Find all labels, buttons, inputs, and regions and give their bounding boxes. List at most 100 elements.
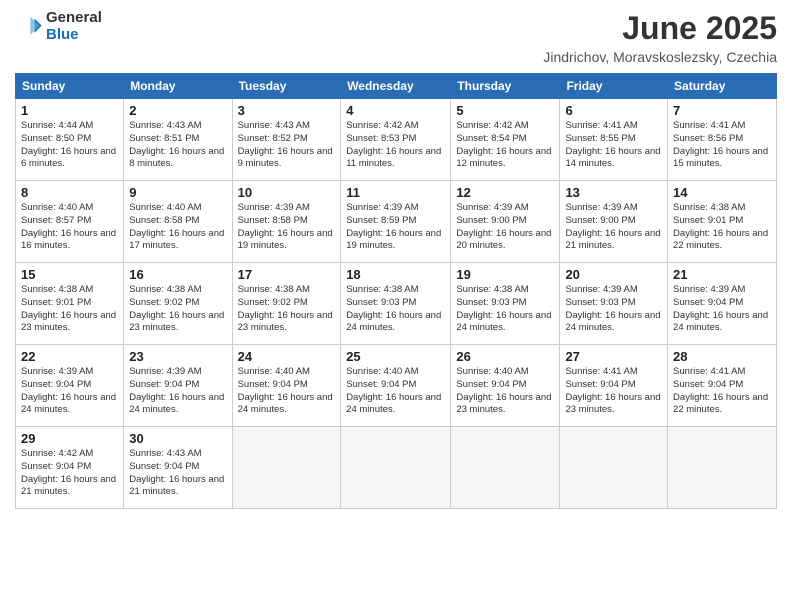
calendar-cell: [560, 427, 668, 509]
calendar-cell: [232, 427, 341, 509]
calendar-cell: 30 Sunrise: 4:43 AM Sunset: 9:04 PM Dayl…: [124, 427, 232, 509]
day-info: Sunrise: 4:42 AM Sunset: 8:54 PM Dayligh…: [456, 120, 554, 171]
calendar-cell: 1 Sunrise: 4:44 AM Sunset: 8:50 PM Dayli…: [16, 99, 124, 181]
day-number: 6: [565, 103, 662, 118]
calendar-cell: 21 Sunrise: 4:39 AM Sunset: 9:04 PM Dayl…: [668, 263, 777, 345]
day-number: 26: [456, 349, 554, 364]
day-info: Sunrise: 4:38 AM Sunset: 9:03 PM Dayligh…: [346, 284, 445, 335]
day-info: Sunrise: 4:39 AM Sunset: 9:04 PM Dayligh…: [673, 284, 771, 335]
day-info: Sunrise: 4:39 AM Sunset: 9:00 PM Dayligh…: [456, 202, 554, 253]
day-info: Sunrise: 4:44 AM Sunset: 8:50 PM Dayligh…: [21, 120, 118, 171]
day-number: 12: [456, 185, 554, 200]
day-info: Sunrise: 4:41 AM Sunset: 9:04 PM Dayligh…: [673, 366, 771, 417]
calendar-cell: 29 Sunrise: 4:42 AM Sunset: 9:04 PM Dayl…: [16, 427, 124, 509]
day-info: Sunrise: 4:43 AM Sunset: 8:52 PM Dayligh…: [238, 120, 336, 171]
day-info: Sunrise: 4:40 AM Sunset: 9:04 PM Dayligh…: [456, 366, 554, 417]
calendar-cell: [451, 427, 560, 509]
day-info: Sunrise: 4:42 AM Sunset: 8:53 PM Dayligh…: [346, 120, 445, 171]
day-info: Sunrise: 4:38 AM Sunset: 9:02 PM Dayligh…: [129, 284, 226, 335]
day-number: 10: [238, 185, 336, 200]
calendar-cell: 8 Sunrise: 4:40 AM Sunset: 8:57 PM Dayli…: [16, 181, 124, 263]
day-number: 16: [129, 267, 226, 282]
day-number: 23: [129, 349, 226, 364]
day-info: Sunrise: 4:43 AM Sunset: 8:51 PM Dayligh…: [129, 120, 226, 171]
day-info: Sunrise: 4:39 AM Sunset: 8:59 PM Dayligh…: [346, 202, 445, 253]
calendar-cell: [341, 427, 451, 509]
day-info: Sunrise: 4:38 AM Sunset: 9:03 PM Dayligh…: [456, 284, 554, 335]
day-info: Sunrise: 4:39 AM Sunset: 9:04 PM Dayligh…: [129, 366, 226, 417]
day-number: 2: [129, 103, 226, 118]
calendar-table: Sunday Monday Tuesday Wednesday Thursday…: [15, 73, 777, 509]
calendar-cell: 15 Sunrise: 4:38 AM Sunset: 9:01 PM Dayl…: [16, 263, 124, 345]
calendar-cell: 6 Sunrise: 4:41 AM Sunset: 8:55 PM Dayli…: [560, 99, 668, 181]
day-info: Sunrise: 4:40 AM Sunset: 9:04 PM Dayligh…: [238, 366, 336, 417]
location-title: Jindrichov, Moravskoslezsky, Czechia: [543, 49, 777, 65]
day-number: 22: [21, 349, 118, 364]
day-number: 25: [346, 349, 445, 364]
day-info: Sunrise: 4:38 AM Sunset: 9:01 PM Dayligh…: [21, 284, 118, 335]
month-title: June 2025: [543, 10, 777, 47]
day-info: Sunrise: 4:41 AM Sunset: 9:04 PM Dayligh…: [565, 366, 662, 417]
calendar-week-row: 1 Sunrise: 4:44 AM Sunset: 8:50 PM Dayli…: [16, 99, 777, 181]
calendar-cell: 7 Sunrise: 4:41 AM Sunset: 8:56 PM Dayli…: [668, 99, 777, 181]
day-number: 19: [456, 267, 554, 282]
calendar-cell: 27 Sunrise: 4:41 AM Sunset: 9:04 PM Dayl…: [560, 345, 668, 427]
calendar-week-row: 29 Sunrise: 4:42 AM Sunset: 9:04 PM Dayl…: [16, 427, 777, 509]
day-info: Sunrise: 4:39 AM Sunset: 9:00 PM Dayligh…: [565, 202, 662, 253]
calendar-cell: 24 Sunrise: 4:40 AM Sunset: 9:04 PM Dayl…: [232, 345, 341, 427]
day-number: 3: [238, 103, 336, 118]
calendar-cell: 18 Sunrise: 4:38 AM Sunset: 9:03 PM Dayl…: [341, 263, 451, 345]
day-info: Sunrise: 4:38 AM Sunset: 9:02 PM Dayligh…: [238, 284, 336, 335]
calendar-week-row: 8 Sunrise: 4:40 AM Sunset: 8:57 PM Dayli…: [16, 181, 777, 263]
calendar-week-row: 15 Sunrise: 4:38 AM Sunset: 9:01 PM Dayl…: [16, 263, 777, 345]
calendar-cell: 3 Sunrise: 4:43 AM Sunset: 8:52 PM Dayli…: [232, 99, 341, 181]
title-block: June 2025 Jindrichov, Moravskoslezsky, C…: [543, 10, 777, 65]
day-info: Sunrise: 4:41 AM Sunset: 8:56 PM Dayligh…: [673, 120, 771, 171]
day-info: Sunrise: 4:40 AM Sunset: 9:04 PM Dayligh…: [346, 366, 445, 417]
day-number: 17: [238, 267, 336, 282]
day-info: Sunrise: 4:41 AM Sunset: 8:55 PM Dayligh…: [565, 120, 662, 171]
calendar-cell: 13 Sunrise: 4:39 AM Sunset: 9:00 PM Dayl…: [560, 181, 668, 263]
calendar-cell: 16 Sunrise: 4:38 AM Sunset: 9:02 PM Dayl…: [124, 263, 232, 345]
day-number: 15: [21, 267, 118, 282]
calendar-cell: 2 Sunrise: 4:43 AM Sunset: 8:51 PM Dayli…: [124, 99, 232, 181]
col-tuesday: Tuesday: [232, 74, 341, 99]
col-saturday: Saturday: [668, 74, 777, 99]
day-info: Sunrise: 4:40 AM Sunset: 8:58 PM Dayligh…: [129, 202, 226, 253]
day-info: Sunrise: 4:42 AM Sunset: 9:04 PM Dayligh…: [21, 448, 118, 499]
day-number: 18: [346, 267, 445, 282]
day-info: Sunrise: 4:40 AM Sunset: 8:57 PM Dayligh…: [21, 202, 118, 253]
calendar-cell: 14 Sunrise: 4:38 AM Sunset: 9:01 PM Dayl…: [668, 181, 777, 263]
day-number: 27: [565, 349, 662, 364]
day-info: Sunrise: 4:39 AM Sunset: 9:04 PM Dayligh…: [21, 366, 118, 417]
header: General Blue June 2025 Jindrichov, Morav…: [15, 10, 777, 65]
day-number: 5: [456, 103, 554, 118]
day-number: 11: [346, 185, 445, 200]
col-monday: Monday: [124, 74, 232, 99]
day-number: 13: [565, 185, 662, 200]
col-wednesday: Wednesday: [341, 74, 451, 99]
day-number: 30: [129, 431, 226, 446]
day-info: Sunrise: 4:43 AM Sunset: 9:04 PM Dayligh…: [129, 448, 226, 499]
calendar-cell: 19 Sunrise: 4:38 AM Sunset: 9:03 PM Dayl…: [451, 263, 560, 345]
calendar-cell: 25 Sunrise: 4:40 AM Sunset: 9:04 PM Dayl…: [341, 345, 451, 427]
calendar-cell: [668, 427, 777, 509]
calendar-cell: 5 Sunrise: 4:42 AM Sunset: 8:54 PM Dayli…: [451, 99, 560, 181]
calendar-cell: 9 Sunrise: 4:40 AM Sunset: 8:58 PM Dayli…: [124, 181, 232, 263]
day-number: 20: [565, 267, 662, 282]
page: General Blue June 2025 Jindrichov, Morav…: [0, 0, 792, 612]
calendar-week-row: 22 Sunrise: 4:39 AM Sunset: 9:04 PM Dayl…: [16, 345, 777, 427]
day-number: 7: [673, 103, 771, 118]
day-number: 24: [238, 349, 336, 364]
calendar-cell: 20 Sunrise: 4:39 AM Sunset: 9:03 PM Dayl…: [560, 263, 668, 345]
calendar-cell: 23 Sunrise: 4:39 AM Sunset: 9:04 PM Dayl…: [124, 345, 232, 427]
logo-icon: [15, 13, 43, 41]
col-sunday: Sunday: [16, 74, 124, 99]
calendar-cell: 28 Sunrise: 4:41 AM Sunset: 9:04 PM Dayl…: [668, 345, 777, 427]
calendar-cell: 26 Sunrise: 4:40 AM Sunset: 9:04 PM Dayl…: [451, 345, 560, 427]
logo-general: General: [46, 10, 102, 27]
logo: General Blue: [15, 10, 102, 43]
calendar-cell: 17 Sunrise: 4:38 AM Sunset: 9:02 PM Dayl…: [232, 263, 341, 345]
day-number: 28: [673, 349, 771, 364]
day-number: 8: [21, 185, 118, 200]
